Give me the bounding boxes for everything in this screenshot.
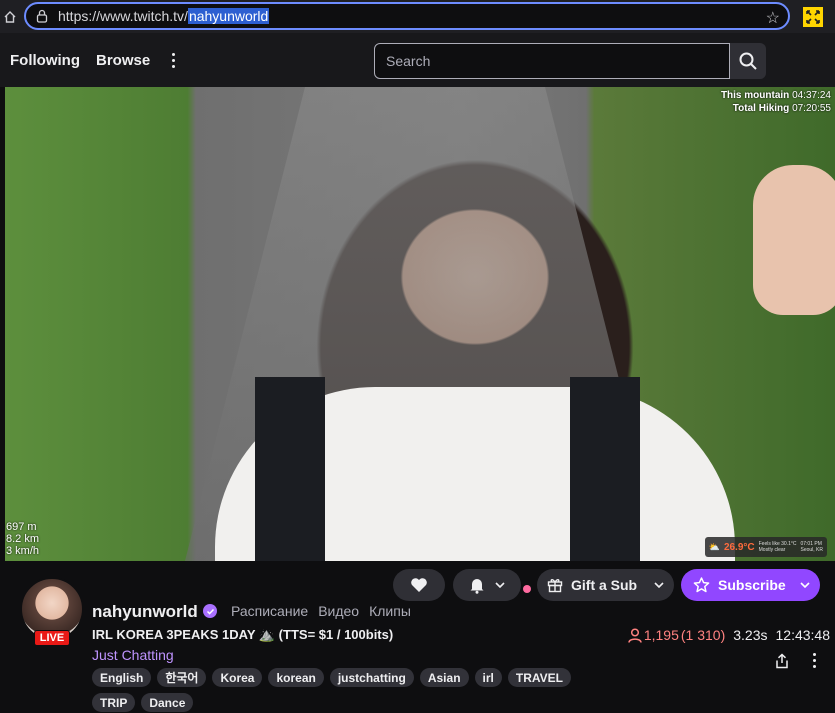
tag[interactable]: korean — [268, 668, 324, 687]
subscribe-button[interactable]: Subscribe — [681, 569, 820, 601]
url-prefix: https://www.twitch.tv/ — [58, 8, 188, 24]
url-text[interactable]: https://www.twitch.tv/nahyunworld — [58, 8, 270, 24]
heart-icon — [411, 578, 427, 592]
search-box — [374, 43, 730, 79]
stream-title: IRL KOREA 3PEAKS 1DAY ⛰️ (TTS= $1 / 100b… — [92, 627, 394, 642]
bell-plus-icon — [470, 579, 484, 594]
notifications-button[interactable] — [453, 569, 521, 601]
weather-temp: 26.9°C — [723, 541, 755, 553]
tag[interactable]: Korea — [212, 668, 263, 687]
this-mountain-value: 04:37:24 — [792, 90, 831, 101]
nav-browse[interactable]: Browse — [96, 52, 150, 69]
tag[interactable]: TRIP — [92, 693, 136, 712]
weather-icon: ⛅ — [708, 541, 720, 552]
tag[interactable]: justchatting — [329, 668, 414, 687]
link-videos[interactable]: Видео — [318, 603, 359, 619]
bookmark-star-icon[interactable]: ☆ — [766, 8, 780, 28]
lock-icon[interactable] — [34, 8, 50, 24]
gift-sub-label: Gift a Sub — [571, 577, 638, 593]
weather-condition: Mostly clear — [758, 547, 786, 553]
tag[interactable]: Asian — [419, 668, 469, 687]
follow-button[interactable] — [393, 569, 445, 601]
viewer-count-value: 1,195 — [643, 627, 679, 643]
tag-list: English 한국어 Korea korean justchatting As… — [92, 668, 572, 712]
address-bar[interactable]: https://www.twitch.tv/nahyunworld ☆ — [24, 2, 790, 30]
home-icon[interactable] — [0, 0, 20, 33]
tag[interactable]: English — [92, 668, 152, 687]
weather-location: 07:01 PM Seoul, KR — [800, 541, 823, 553]
stream-category[interactable]: Just Chatting — [92, 647, 174, 663]
star-icon — [693, 577, 710, 593]
more-options-icon[interactable] — [812, 653, 816, 668]
latency-value: 3.23s — [733, 627, 768, 643]
live-badge: LIVE — [34, 630, 70, 646]
person-icon — [628, 627, 642, 643]
tag[interactable]: irl — [474, 668, 502, 687]
video-scene-strap-left — [255, 377, 325, 561]
browser-toolbar: https://www.twitch.tv/nahyunworld ☆ — [0, 0, 835, 33]
verified-badge-icon — [203, 604, 217, 618]
share-icon[interactable] — [774, 653, 790, 674]
this-mountain-label: This mountain — [720, 90, 790, 101]
channel-info-panel: LIVE nahyunworld Расписание Видео Клипы … — [0, 561, 835, 713]
gift-sub-button[interactable]: Gift a Sub — [537, 569, 674, 601]
gps-stats-overlay: 697 m 8.2 km 3 km/h — [6, 521, 39, 557]
altitude-value: 697 m — [6, 521, 37, 533]
weather-widget: ⛅ 26.9°C Feels like 30.1°C Mostly clear … — [704, 537, 827, 557]
search-icon — [739, 52, 757, 70]
more-menu-icon[interactable] — [168, 52, 178, 68]
chevron-down-icon — [800, 582, 810, 588]
subscribe-label: Subscribe — [718, 577, 786, 593]
video-player[interactable]: This mountain 04:37:24 Total Hiking 07:2… — [5, 87, 835, 561]
stream-stats: 1,195 (1 310) 3.23s 12:43:48 — [628, 627, 830, 643]
weather-details: Feels like 30.1°C Mostly clear — [759, 541, 797, 553]
distance-value: 8.2 km — [6, 533, 40, 545]
viewer-count: 1,195 (1 310) — [628, 627, 725, 643]
weather-city: Seoul, KR — [800, 547, 823, 553]
tag[interactable]: 한국어 — [157, 668, 207, 687]
speed-value: 3 km/h — [6, 545, 40, 557]
extension-icon[interactable] — [803, 7, 823, 27]
link-clips[interactable]: Клипы — [369, 603, 411, 619]
tag[interactable]: Dance — [141, 693, 194, 712]
video-scene-hand — [753, 165, 835, 315]
twitch-top-nav: Following Browse — [0, 33, 835, 87]
search-input[interactable] — [386, 53, 706, 69]
uptime-value: 12:43:48 — [775, 627, 831, 643]
video-scene-strap-right — [570, 377, 640, 561]
url-selected: nahyunworld — [187, 8, 270, 24]
link-schedule[interactable]: Расписание — [231, 603, 308, 619]
nav-following[interactable]: Following — [10, 52, 80, 69]
notification-dot — [523, 585, 531, 593]
search-button[interactable] — [730, 43, 766, 79]
chevron-down-icon — [495, 582, 505, 588]
total-hiking-value: 07:20:55 — [792, 103, 831, 114]
channel-links: Расписание Видео Клипы — [231, 603, 411, 619]
tag[interactable]: TRAVEL — [507, 668, 571, 687]
hiking-timer-overlay: This mountain 04:37:24 Total Hiking 07:2… — [721, 89, 831, 115]
channel-name[interactable]: nahyunworld — [92, 602, 198, 622]
viewer-count-total: (1 310) — [680, 627, 726, 643]
gift-icon — [547, 579, 563, 593]
chevron-down-icon — [654, 582, 664, 588]
total-hiking-label: Total Hiking — [732, 103, 790, 114]
